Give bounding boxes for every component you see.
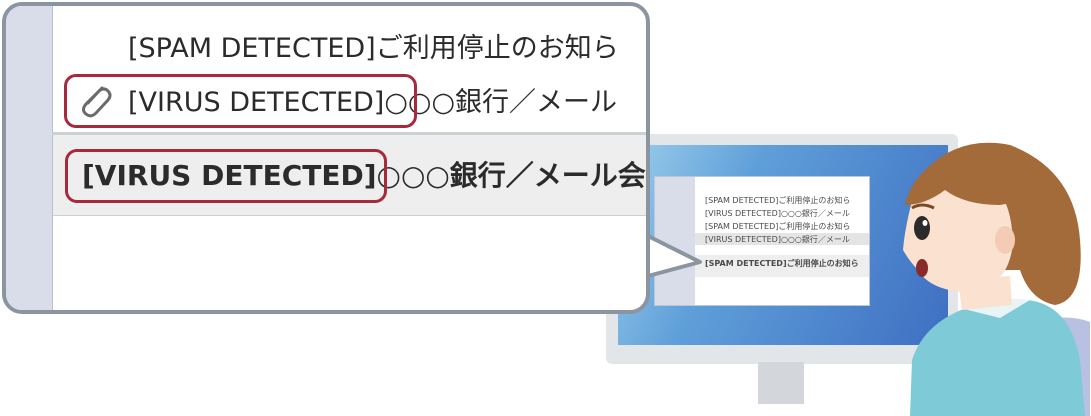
illustration-scene: [SPAM DETECTED]ご利用停止のお知ら [VIRUS DETECTED… xyxy=(0,0,1091,416)
virus-tag-highlight xyxy=(64,74,417,128)
zoomed-mail-list: [SPAM DETECTED]ご利用停止のお知ら [VIRUS DETECTED… xyxy=(2,2,650,314)
eye xyxy=(914,216,930,240)
mail-subject-spam: [SPAM DETECTED]ご利用停止のお知ら xyxy=(128,33,619,64)
mail-list-gutter xyxy=(6,6,53,310)
eye-highlight xyxy=(922,220,928,226)
shirt xyxy=(910,300,1085,416)
mouth xyxy=(916,259,928,277)
ear xyxy=(995,226,1015,254)
virus-tag-highlight-selected xyxy=(65,149,387,203)
callout-tail xyxy=(646,234,702,278)
